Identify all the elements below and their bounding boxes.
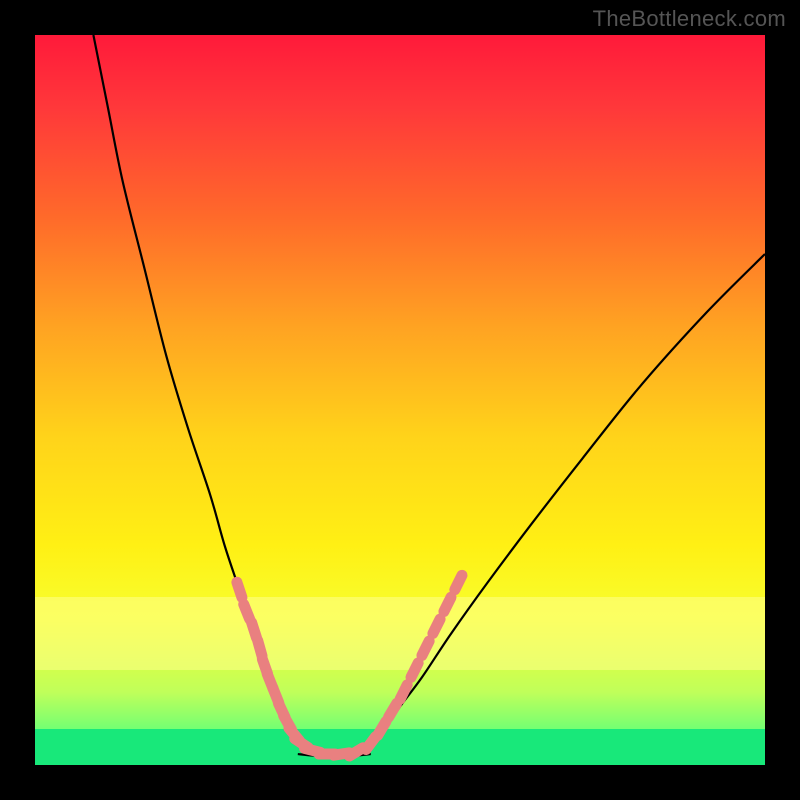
highlight-dash (389, 703, 397, 717)
bottleneck-curve-right (356, 254, 765, 752)
highlight-dash (252, 622, 257, 637)
highlight-dashes (237, 575, 462, 756)
highlight-dash (400, 685, 407, 699)
bottleneck-curve-left (93, 35, 312, 752)
watermark-text: TheBottleneck.com (593, 6, 786, 32)
highlight-dash (455, 575, 462, 589)
highlight-dash (237, 582, 242, 597)
curve-layer (35, 35, 765, 765)
highlight-dash (378, 722, 386, 736)
plot-area (35, 35, 765, 765)
highlight-dash (444, 597, 451, 611)
highlight-dash (433, 619, 440, 633)
highlight-dash (422, 641, 429, 655)
chart-frame: TheBottleneck.com (0, 0, 800, 800)
highlight-dash (411, 663, 418, 677)
highlight-dash (244, 604, 250, 619)
